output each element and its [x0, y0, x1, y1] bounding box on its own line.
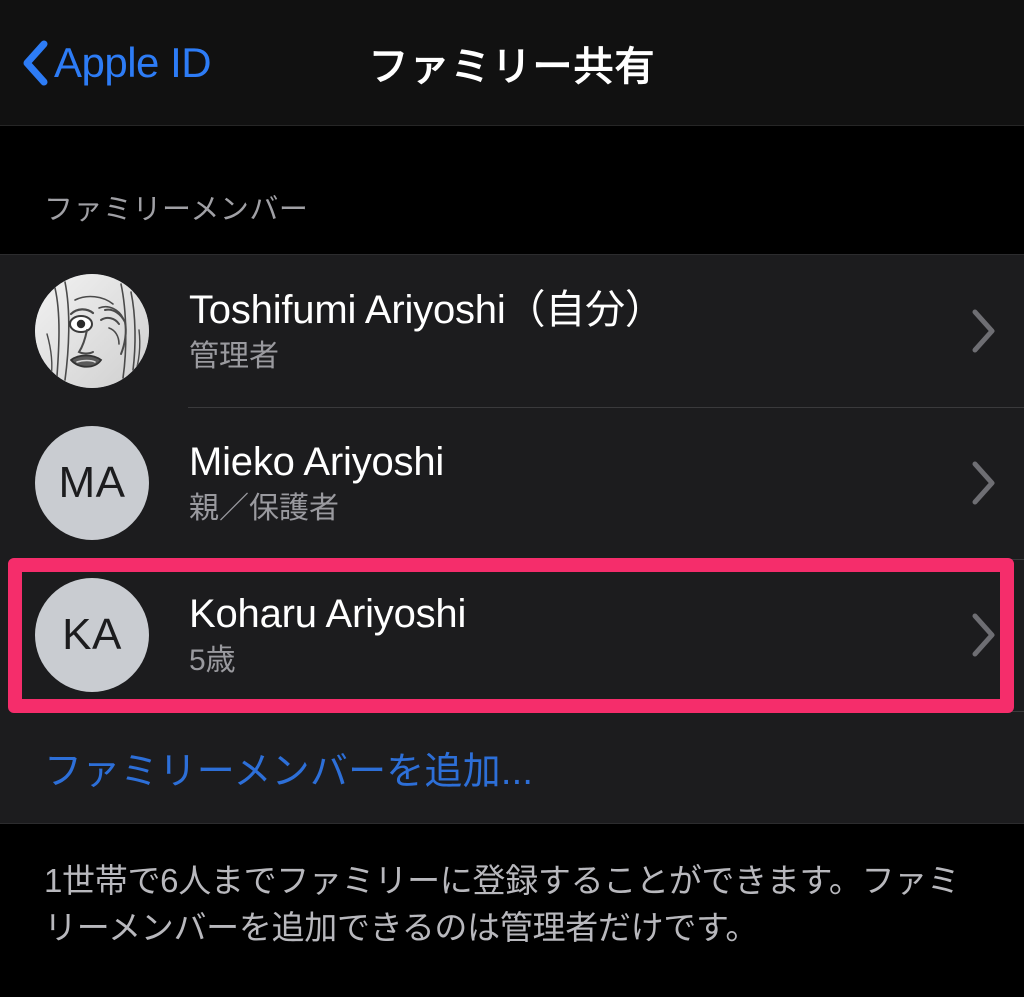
avatar-initials: MA — [58, 458, 126, 507]
avatar: KA — [35, 578, 149, 692]
chevron-right-icon — [972, 309, 995, 353]
member-name: Toshifumi Ariyoshi（自分） — [189, 288, 665, 333]
footer-text: 1世帯で6人までファミリーに登録することができます。ファミリーメンバーを追加でき… — [44, 862, 960, 946]
navigation-bar: Apple ID ファミリー共有 — [0, 0, 1024, 126]
chevron-left-icon — [23, 40, 48, 85]
table-row[interactable]: KA Koharu Ariyoshi 5歳 — [0, 559, 1024, 711]
member-role: 親／保護者 — [189, 492, 339, 526]
member-name: Koharu Ariyoshi — [189, 592, 467, 637]
section-header-family-members: ファミリーメンバー — [44, 194, 309, 226]
avatar: MA — [35, 426, 149, 540]
table-row[interactable]: MA Mieko Ariyoshi 親／保護者 — [0, 407, 1024, 559]
add-family-member-label: ファミリーメンバーを追加... — [44, 750, 534, 793]
member-role: 5歳 — [189, 644, 236, 678]
family-sharing-screen: Apple ID ファミリー共有 ファミリーメンバー Toshifumi Ari… — [0, 0, 1024, 997]
member-text-block: Toshifumi Ariyoshi（自分） 管理者 — [189, 289, 954, 373]
page-title: ファミリー共有 — [368, 44, 656, 89]
back-button-label: Apple ID — [54, 38, 212, 86]
chevron-right-icon — [972, 613, 995, 657]
back-button-apple-id[interactable]: Apple ID — [22, 38, 212, 86]
footer-description: 1世帯で6人までファミリーに登録することができます。ファミリーメンバーを追加でき… — [0, 824, 1024, 952]
user-portrait-icon — [35, 274, 149, 388]
chevron-right-icon — [972, 461, 995, 505]
table-row[interactable]: Toshifumi Ariyoshi（自分） 管理者 — [0, 255, 1024, 407]
member-name: Mieko Ariyoshi — [189, 440, 445, 485]
avatar — [35, 274, 149, 388]
member-text-block: Koharu Ariyoshi 5歳 — [189, 593, 954, 677]
section-header-area: ファミリーメンバー — [0, 126, 1024, 254]
add-family-member-button[interactable]: ファミリーメンバーを追加... — [0, 711, 1024, 823]
member-role: 管理者 — [189, 340, 279, 374]
family-members-list: Toshifumi Ariyoshi（自分） 管理者 MA Mieko Ariy… — [0, 254, 1024, 824]
avatar-initials: KA — [62, 610, 122, 659]
member-text-block: Mieko Ariyoshi 親／保護者 — [189, 441, 954, 525]
